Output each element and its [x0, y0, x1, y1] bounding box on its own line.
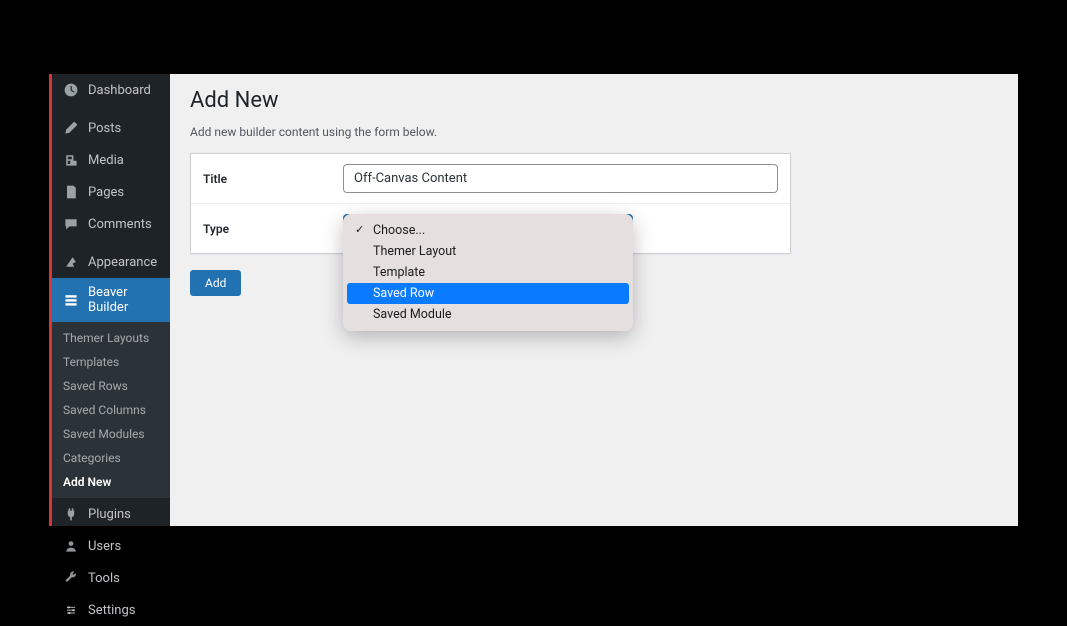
dropdown-option-template[interactable]: Template — [347, 262, 629, 283]
sidebar-item-posts[interactable]: Posts — [52, 112, 170, 144]
main-content: Add New Add new builder content using th… — [170, 74, 1018, 526]
settings-icon — [62, 601, 80, 619]
appearance-icon — [62, 253, 80, 271]
dropdown-option-saved-row[interactable]: Saved Row — [347, 283, 629, 304]
sidebar-item-pages[interactable]: Pages — [52, 176, 170, 208]
dashboard-icon — [62, 81, 80, 99]
submenu-item-templates[interactable]: Templates — [52, 350, 170, 374]
sidebar-item-tools[interactable]: Tools — [52, 562, 170, 594]
submenu-item-saved-modules[interactable]: Saved Modules — [52, 422, 170, 446]
type-label: Type — [191, 204, 343, 253]
sidebar-item-beaver-builder[interactable]: Beaver Builder — [52, 278, 170, 322]
sidebar-item-label: Tools — [88, 571, 120, 586]
sidebar-item-label: Pages — [88, 185, 124, 200]
comments-icon — [62, 215, 80, 233]
sidebar-item-label: Users — [88, 539, 121, 554]
posts-icon — [62, 119, 80, 137]
sidebar-item-plugins[interactable]: Plugins — [52, 498, 170, 530]
dropdown-option-choose[interactable]: Choose... — [347, 220, 629, 241]
sidebar-item-label: Beaver Builder — [88, 285, 160, 315]
sidebar-item-dashboard[interactable]: Dashboard — [52, 74, 170, 106]
sidebar-item-users[interactable]: Users — [52, 530, 170, 562]
sidebar-item-label: Dashboard — [88, 83, 151, 98]
form-table: Title Type Choose... Choose... Themer La… — [190, 153, 791, 254]
submenu-item-categories[interactable]: Categories — [52, 446, 170, 470]
media-icon — [62, 151, 80, 169]
submenu-item-saved-rows[interactable]: Saved Rows — [52, 374, 170, 398]
form-row-title: Title — [191, 154, 790, 204]
form-row-type: Type Choose... Choose... Themer Layout T… — [191, 204, 790, 253]
page-title: Add New — [190, 88, 998, 113]
type-dropdown-menu: Choose... Themer Layout Template Saved R… — [343, 214, 633, 331]
submenu-item-themer-layouts[interactable]: Themer Layouts — [52, 326, 170, 350]
submenu-item-saved-columns[interactable]: Saved Columns — [52, 398, 170, 422]
pages-icon — [62, 183, 80, 201]
sidebar-item-appearance[interactable]: Appearance — [52, 246, 170, 278]
submenu-item-add-new[interactable]: Add New — [52, 470, 170, 494]
users-icon — [62, 537, 80, 555]
app-window: Dashboard Posts Media Pages Commen — [49, 74, 1018, 526]
type-select-wrapper: Choose... Choose... Themer Layout Templa… — [343, 214, 633, 243]
sidebar-item-label: Settings — [88, 603, 135, 618]
dropdown-option-saved-module[interactable]: Saved Module — [347, 304, 629, 325]
page-description: Add new builder content using the form b… — [190, 125, 998, 139]
tools-icon — [62, 569, 80, 587]
title-label: Title — [191, 154, 343, 203]
beaver-icon — [62, 291, 80, 309]
title-input[interactable] — [343, 164, 778, 193]
add-button[interactable]: Add — [190, 270, 241, 296]
sidebar-item-media[interactable]: Media — [52, 144, 170, 176]
sidebar-item-label: Plugins — [88, 507, 131, 522]
plugins-icon — [62, 505, 80, 523]
sidebar-item-comments[interactable]: Comments — [52, 208, 170, 240]
sidebar-item-settings[interactable]: Settings — [52, 594, 170, 626]
sidebar-item-label: Comments — [88, 217, 152, 232]
sidebar-item-label: Media — [88, 153, 124, 168]
admin-sidebar: Dashboard Posts Media Pages Commen — [52, 74, 170, 526]
dropdown-option-themer-layout[interactable]: Themer Layout — [347, 241, 629, 262]
sidebar-item-label: Posts — [88, 121, 121, 136]
sidebar-item-label: Appearance — [88, 255, 157, 270]
submenu-beaver: Themer Layouts Templates Saved Rows Save… — [52, 322, 170, 498]
